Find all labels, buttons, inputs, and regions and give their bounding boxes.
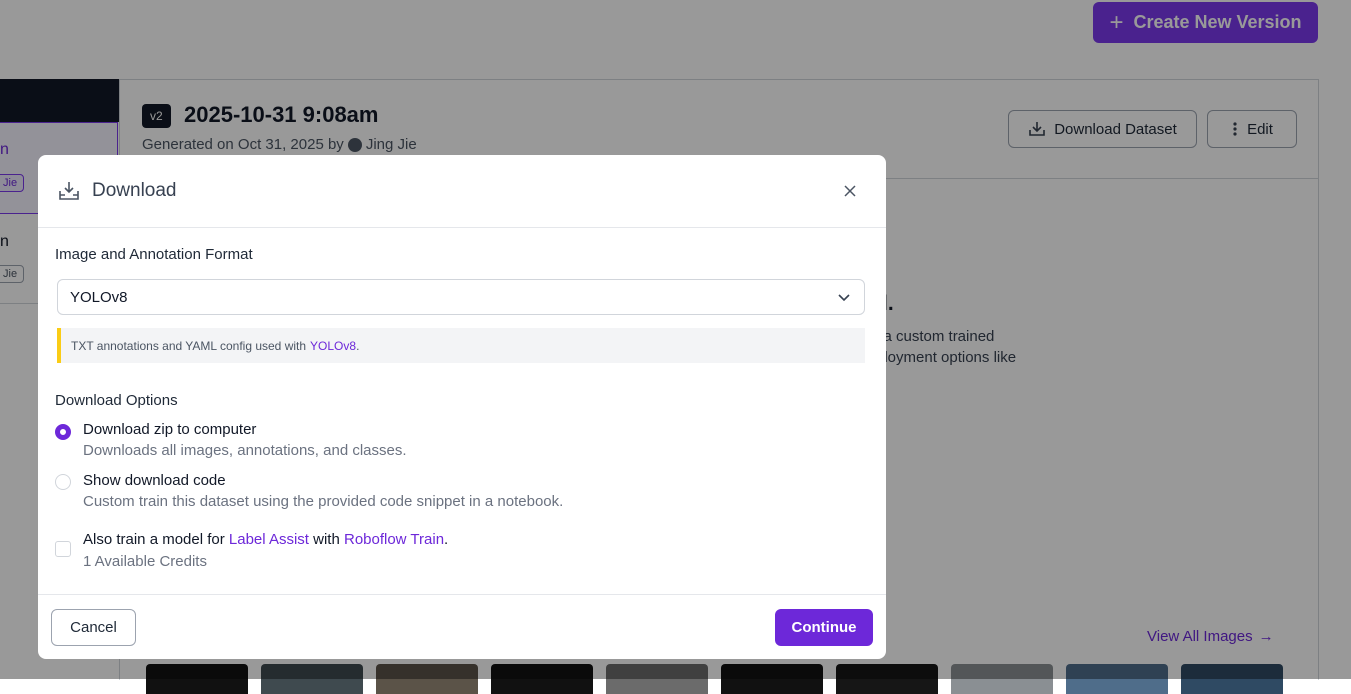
modal-title: Download bbox=[92, 180, 177, 201]
format-note-link[interactable]: YOLOv8 bbox=[310, 339, 356, 353]
chevron-down-icon bbox=[838, 294, 850, 302]
show-code-radio[interactable] bbox=[55, 474, 71, 490]
modal-header: Download bbox=[38, 155, 886, 228]
download-tray-icon bbox=[59, 182, 79, 200]
available-credits: 1 Available Credits bbox=[83, 553, 207, 570]
train-model-text: Also train a model for Label Assist with… bbox=[83, 531, 448, 548]
download-zip-title[interactable]: Download zip to computer bbox=[83, 421, 256, 438]
train-model-checkbox[interactable] bbox=[55, 541, 71, 557]
close-icon[interactable] bbox=[838, 179, 862, 203]
label-assist-link[interactable]: Label Assist bbox=[229, 531, 309, 548]
format-note-suffix: . bbox=[356, 338, 360, 353]
format-note-text: TXT annotations and YAML config used wit… bbox=[71, 338, 307, 353]
format-note: TXT annotations and YAML config used wit… bbox=[57, 328, 865, 363]
continue-button[interactable]: Continue bbox=[775, 609, 873, 646]
train-suffix: . bbox=[444, 531, 449, 548]
format-selected-value: YOLOv8 bbox=[70, 288, 128, 306]
download-modal: Download Image and Annotation Format YOL… bbox=[38, 155, 886, 659]
download-options-label: Download Options bbox=[55, 392, 178, 409]
format-select[interactable]: YOLOv8 bbox=[57, 279, 865, 315]
download-zip-desc: Downloads all images, annotations, and c… bbox=[83, 442, 407, 459]
train-middle: with bbox=[313, 531, 340, 548]
roboflow-train-link[interactable]: Roboflow Train bbox=[344, 531, 444, 548]
train-prefix: Also train a model for bbox=[83, 531, 225, 548]
show-code-title[interactable]: Show download code bbox=[83, 472, 226, 489]
modal-footer: Cancel Continue bbox=[38, 594, 886, 659]
show-code-desc: Custom train this dataset using the prov… bbox=[83, 493, 564, 510]
format-label: Image and Annotation Format bbox=[55, 246, 253, 263]
download-zip-radio[interactable] bbox=[55, 424, 71, 440]
cancel-button[interactable]: Cancel bbox=[51, 609, 136, 646]
